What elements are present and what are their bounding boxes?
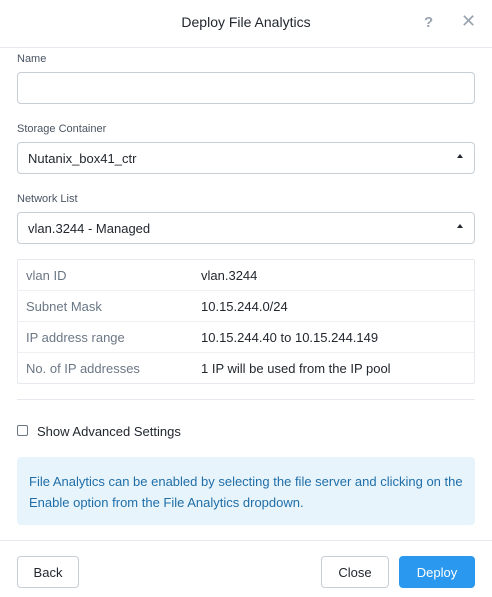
info-message-text: File Analytics can be enabled by selecti… xyxy=(29,474,463,510)
dialog-header: Deploy File Analytics ? ✕ xyxy=(0,0,492,48)
chevron-up-icon xyxy=(457,224,463,228)
table-row: IP address range 10.15.244.40 to 10.15.2… xyxy=(18,322,474,353)
network-list-select[interactable]: vlan.3244 - Managed xyxy=(17,212,475,244)
info-message-box: File Analytics can be enabled by selecti… xyxy=(17,457,475,525)
info-value: vlan.3244 xyxy=(201,268,258,283)
network-list-value: vlan.3244 - Managed xyxy=(28,221,151,236)
back-button[interactable]: Back xyxy=(17,556,79,588)
info-key: Subnet Mask xyxy=(26,299,102,314)
table-row: vlan ID vlan.3244 xyxy=(18,260,474,291)
info-value: 1 IP will be used from the IP pool xyxy=(201,361,391,376)
info-value: 10.15.244.0/24 xyxy=(201,299,288,314)
name-label: Name xyxy=(17,53,47,65)
dialog-footer: Back Close Deploy xyxy=(0,540,492,597)
storage-container-value: Nutanix_box41_ctr xyxy=(28,151,137,166)
info-key: No. of IP addresses xyxy=(26,361,140,376)
deploy-button[interactable]: Deploy xyxy=(399,556,475,588)
divider xyxy=(17,399,475,400)
chevron-up-icon xyxy=(457,154,463,158)
table-row: Subnet Mask 10.15.244.0/24 xyxy=(18,291,474,322)
table-row: No. of IP addresses 1 IP will be used fr… xyxy=(18,353,474,384)
network-list-label: Network List xyxy=(17,193,78,205)
info-key: IP address range xyxy=(26,330,125,345)
close-button[interactable]: Close xyxy=(321,556,389,588)
storage-container-label: Storage Container xyxy=(17,123,107,135)
advanced-settings-checkbox[interactable] xyxy=(17,425,28,436)
info-key: vlan ID xyxy=(26,268,67,283)
info-value: 10.15.244.40 to 10.15.244.149 xyxy=(201,330,379,345)
dialog-title: Deploy File Analytics xyxy=(181,14,311,30)
help-icon[interactable]: ? xyxy=(424,14,433,31)
storage-container-select[interactable]: Nutanix_box41_ctr xyxy=(17,142,475,174)
advanced-settings-label[interactable]: Show Advanced Settings xyxy=(37,424,181,439)
name-input[interactable] xyxy=(17,72,475,104)
close-icon[interactable]: ✕ xyxy=(461,11,476,32)
network-info-table: vlan ID vlan.3244 Subnet Mask 10.15.244.… xyxy=(17,259,475,384)
